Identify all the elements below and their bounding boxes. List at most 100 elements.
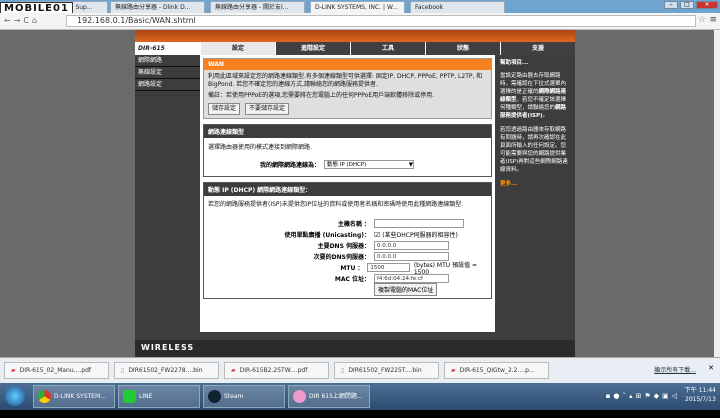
tab-advanced[interactable]: 進階設定 (275, 42, 350, 55)
nav-buttons[interactable]: ←→C⌂ (4, 16, 40, 25)
menu-icon[interactable]: ≡ (709, 15, 717, 25)
download-name: DIR61502_FW225T....bin (348, 367, 422, 374)
sidebar-item-internet[interactable]: 網際網路 (135, 55, 200, 67)
host-name-input[interactable] (374, 219, 464, 228)
show-all-downloads-link[interactable]: 顯示所有下載... (654, 365, 696, 374)
page-viewport: DIR-615 設定 進階設定 工具 狀態 支援 網際網路 無線設定 網路設定 … (0, 30, 714, 357)
sidebar-item-network[interactable]: 網路設定 (135, 79, 200, 91)
line-icon (123, 390, 136, 403)
wan-description: 利用此區域來設定您的網路連線類型.有多個連線類型可供選擇: 固定IP, DHCP… (208, 73, 483, 88)
mtu-label: MTU ： (340, 265, 364, 272)
mac-input[interactable]: f4:6d:04:24:fe:cf (374, 274, 449, 283)
dont-save-button[interactable]: 不要儲存設定 (244, 103, 289, 115)
pdf-icon: ▰ (451, 367, 456, 374)
dlink-banner (135, 30, 575, 42)
tab-facebook[interactable]: Facebook (410, 1, 505, 13)
minimize-button[interactable]: – (664, 1, 678, 9)
tab-support[interactable]: 支援 (500, 42, 575, 55)
connection-type-title: 網路連線類型 (204, 125, 491, 138)
browser-tab-strip: D-Link Technical Sup... 無線路由分享器 - Dlink … (0, 0, 720, 15)
help-more-link[interactable]: 更多... (500, 180, 570, 188)
clock-date: 2015/7/13 (685, 396, 716, 403)
sidebar: 網際網路 無線設定 網路設定 (135, 55, 200, 91)
tab-tools[interactable]: 工具 (350, 42, 425, 55)
tab-status[interactable]: 狀態 (425, 42, 500, 55)
download-item[interactable]: ▰ DIR-615B2.25TW....pdf (224, 362, 329, 379)
taskbar-paint[interactable]: DIR 615上網問題... (288, 385, 370, 408)
download-name: DIR61502_FW2278....bin (128, 367, 203, 374)
wan-section: WAN 利用此區域來設定您的網路連線類型.有多個連線類型可供選擇: 固定IP, … (203, 58, 492, 119)
tab-router-2[interactable]: 無線路由分享器 - 關於友I... (210, 1, 305, 13)
paint-icon (293, 390, 306, 403)
close-download-bar-icon[interactable]: ✕ (708, 364, 714, 372)
tab-dlink-systems[interactable]: D-LINK SYSTEMS, INC. | W... (310, 1, 405, 13)
tab-setup[interactable]: 設定 (200, 42, 275, 55)
steam-icon (208, 390, 221, 403)
chrome-icon (38, 390, 51, 403)
url-input[interactable]: 192.168.0.1/Basic/WAN.shtml (66, 15, 696, 27)
unicast-label: 使用單點廣播 (Unicasting)： (284, 232, 370, 239)
taskbar-chrome[interactable]: D-LINK SYSTEM... (33, 385, 115, 408)
maximize-button[interactable]: □ (680, 1, 694, 9)
top-nav: DIR-615 設定 進階設定 工具 狀態 支援 (135, 42, 575, 55)
save-settings-button[interactable]: 儲存設定 (208, 103, 241, 115)
sidebar-item-wireless[interactable]: 無線設定 (135, 67, 200, 79)
close-button[interactable]: ✕ (696, 1, 718, 9)
download-name: DIR-615_QIGtw_2.2....p... (459, 367, 535, 374)
dhcp-section: 動態 IP (DHCP) 網際網路連線類型： 若您的網路服務提供者(ISP)未提… (203, 182, 492, 299)
mac-label: MAC 位址： (334, 276, 370, 283)
tab-router-1[interactable]: 無線路由分享器 - Dlink D... (110, 1, 205, 13)
unicast-note: (某些DHCP伺服器的相容性) (382, 232, 458, 239)
wireless-footer: WIRELESS (135, 340, 575, 357)
chevron-down-icon: ▼ (408, 162, 413, 168)
clone-mac-button[interactable]: 複製電腦的MAC位址 (374, 283, 438, 296)
dhcp-title: 動態 IP (DHCP) 網際網路連線類型： (204, 183, 491, 196)
mtu-input[interactable]: 1500 (367, 263, 410, 272)
unicast-checkbox[interactable]: ☑ (374, 231, 380, 239)
wan-title: WAN (204, 59, 491, 70)
download-name: DIR-615B2.25TW....pdf (239, 367, 308, 374)
download-item[interactable]: ▰ DIR-615_QIGtw_2.2....p... (444, 362, 549, 379)
taskbar-label: D-LINK SYSTEM... (54, 393, 106, 400)
help-panel: 幫助項目... 當設定路由器去存取網路時，需確認在下拉式選單內選擇的是正確的網際… (495, 55, 575, 332)
pdf-icon: ▰ (11, 367, 16, 374)
dhcp-desc: 若您的網路服務提供者(ISP)未提供您IP位址的資料或使用者名稱和密碼時使用此種… (208, 201, 464, 208)
download-item[interactable]: ▯ DIR61502_FW225T....bin (334, 362, 439, 379)
connection-type-desc: 選擇路由器使用的模式連接到網際網路. (208, 144, 312, 151)
secondary-dns-label: 次要的DNS伺服器： (313, 254, 370, 261)
taskbar-line[interactable]: LINE (118, 385, 200, 408)
pdf-icon: ▰ (231, 367, 236, 374)
clock-time: 下午 11:44 (684, 387, 716, 394)
start-button[interactable] (5, 386, 25, 406)
help-text-3: 。 (542, 113, 549, 119)
router-ui: DIR-615 設定 進階設定 工具 狀態 支援 網際網路 無線設定 網路設定 … (135, 30, 575, 357)
wan-note: 備註：若使用PPPoE的選項,您需要將在您電腦上的任何PPPoE用戶端軟體移除或… (208, 92, 435, 99)
connection-type-label: 我的網際網路連線為： (259, 162, 320, 169)
taskbar: D-LINK SYSTEM... LINE Steam DIR 615上網問題.… (0, 383, 720, 410)
connection-type-select[interactable]: 動態 IP (DHCP) ▼ (324, 160, 414, 169)
taskbar-label: Steam (224, 393, 244, 400)
help-title: 幫助項目... (500, 60, 529, 66)
taskbar-label: LINE (139, 393, 153, 400)
download-bar: ▰ DIR-615_02_Manu....pdf ▯ DIR61502_FW2278… (0, 357, 720, 383)
download-name: DIR-615_02_Manu....pdf (19, 367, 92, 374)
file-icon: ▯ (121, 367, 125, 374)
connection-type-section: 網路連線類型 選擇路由器使用的模式連接到網際網路. 我的網際網路連線為： 動態 … (203, 124, 492, 177)
file-icon: ▯ (341, 367, 345, 374)
download-item[interactable]: ▰ DIR-615_02_Manu....pdf (4, 362, 109, 379)
download-item[interactable]: ▯ DIR61502_FW2278....bin (114, 362, 219, 379)
taskbar-label: DIR 615上網問題... (309, 393, 363, 400)
primary-dns-label: 主要DNS 伺服器： (317, 243, 370, 250)
primary-dns-input[interactable]: 0.0.0.0 (374, 241, 449, 250)
main-content: WAN 利用此區域來設定您的網路連線類型.有多個連線類型可供選擇: 固定IP, … (200, 55, 495, 332)
taskbar-steam[interactable]: Steam (203, 385, 285, 408)
window-controls: – □ ✕ (664, 1, 718, 9)
system-tray[interactable]: ▪●˘▴⊞⚑◆▣◁ (606, 392, 680, 400)
bookmark-star-icon[interactable]: ☆ (698, 15, 706, 25)
address-bar: ←→C⌂ 192.168.0.1/Basic/WAN.shtml ☆ ≡ (0, 13, 720, 30)
model-label: DIR-615 (135, 42, 200, 55)
scrollbar[interactable] (714, 30, 720, 357)
connection-type-value: 動態 IP (DHCP) (327, 162, 367, 168)
host-name-label: 主機名稱 ： (337, 221, 370, 228)
clock[interactable]: 下午 11:44 2015/7/13 (685, 386, 716, 404)
